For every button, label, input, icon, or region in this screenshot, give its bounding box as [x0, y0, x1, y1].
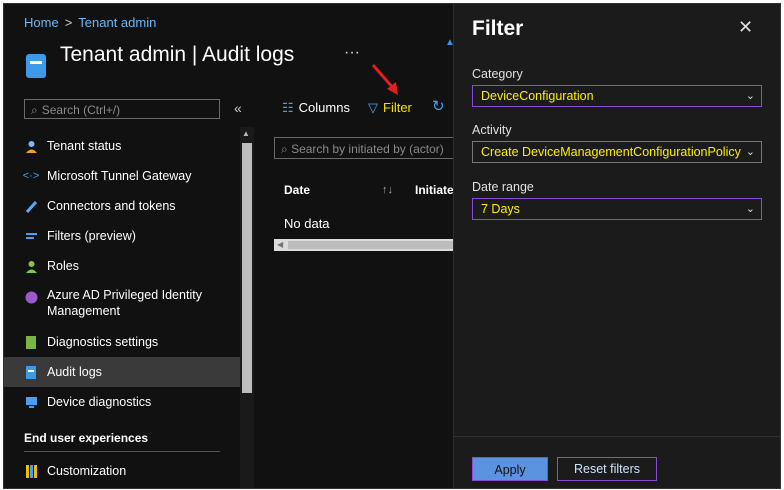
reset-filters-button[interactable]: Reset filters: [557, 457, 657, 481]
sidebar-item-label-line2: Management: [47, 304, 120, 318]
pim-icon: [24, 290, 38, 304]
sidebar-item-label: Customization: [47, 464, 127, 478]
filter-icon: ▽: [368, 100, 378, 115]
empty-state-text: No data: [284, 216, 330, 231]
connector-icon: [24, 199, 38, 213]
date-range-select[interactable]: 7 Days ⌄: [472, 198, 762, 220]
sidebar-item-device-diagnostics[interactable]: Device diagnostics: [4, 387, 240, 417]
audit-logs-page-icon: [26, 54, 46, 78]
filter-button[interactable]: ▽ Filter: [368, 100, 412, 116]
category-select[interactable]: DeviceConfiguration ⌄: [472, 85, 762, 107]
filter-list-icon: [24, 229, 38, 243]
sidebar-item-label: Azure AD Privileged Identity Management: [47, 287, 202, 319]
close-icon[interactable]: ✕: [738, 17, 753, 38]
breadcrumb-separator: >: [64, 15, 73, 30]
breadcrumb-tenant-admin[interactable]: Tenant admin: [78, 15, 156, 30]
scroll-left-icon[interactable]: ◀: [277, 239, 283, 251]
sidebar-scroll-thumb[interactable]: [242, 143, 252, 393]
tunnel-icon: <·>: [22, 170, 40, 182]
date-range-label: Date range: [472, 180, 534, 194]
sidebar-item-label: Filters (preview): [47, 229, 136, 243]
panel-footer-divider: [454, 436, 780, 437]
activity-value: Create DeviceManagementConfigurationPoli…: [481, 145, 741, 159]
sidebar-item-audit-logs[interactable]: Audit logs: [4, 357, 240, 387]
sidebar-item-connectors[interactable]: Connectors and tokens: [4, 191, 240, 221]
filter-panel: Filter ✕ Category DeviceConfiguration ⌄ …: [453, 4, 780, 488]
sidebar-item-label: Audit logs: [47, 365, 102, 379]
diagnostics-icon: [24, 335, 38, 349]
sidebar-item-label: Tenant status: [47, 139, 122, 153]
category-value: DeviceConfiguration: [481, 89, 594, 103]
sidebar-item-filters[interactable]: Filters (preview): [4, 221, 240, 251]
sidebar-item-label: Roles: [47, 259, 79, 273]
columns-button[interactable]: ☷ Columns: [282, 100, 350, 116]
sidebar-item-pim[interactable]: Azure AD Privileged Identity Management: [4, 281, 240, 325]
sidebar-item-tenant-status[interactable]: Tenant status: [4, 131, 240, 161]
column-header-initiated[interactable]: Initiate: [415, 183, 454, 197]
columns-label: Columns: [298, 100, 350, 115]
audit-icon: [24, 365, 38, 379]
sort-icon[interactable]: ↑↓: [382, 184, 393, 196]
category-label: Category: [472, 67, 523, 81]
annotation-arrow-icon: [371, 64, 398, 95]
table-scroll-thumb[interactable]: [288, 241, 458, 249]
search-icon: ⌕: [281, 142, 292, 156]
roles-icon: [24, 259, 38, 273]
sidebar-item-label: Microsoft Tunnel Gateway: [47, 169, 192, 183]
chevron-down-icon: ⌄: [745, 90, 755, 102]
sidebar-item-label-line1: Azure AD Privileged Identity: [47, 288, 202, 302]
sidebar-item-label: Device diagnostics: [47, 395, 152, 409]
sidebar-search-input[interactable]: ⌕ Search (Ctrl+/): [24, 99, 220, 119]
sidebar-item-diagnostics[interactable]: Diagnostics settings: [4, 327, 240, 357]
sidebar-item-tunnel-gateway[interactable]: <·> Microsoft Tunnel Gateway: [4, 161, 240, 191]
sidebar-search-placeholder: Search (Ctrl+/): [41, 103, 121, 117]
initiated-by-search-input[interactable]: ⌕ Search by initiated by (actor): [274, 137, 459, 159]
apply-button[interactable]: Apply: [472, 457, 548, 481]
columns-icon: ☷: [282, 100, 294, 115]
filter-panel-title: Filter: [472, 17, 524, 40]
activity-select[interactable]: Create DeviceManagementConfigurationPoli…: [472, 141, 762, 163]
sidebar-item-customization[interactable]: Customization: [4, 456, 240, 486]
section-divider: [24, 451, 220, 452]
sidebar-scrollbar[interactable]: ▲: [240, 127, 254, 488]
activity-label: Activity: [472, 123, 512, 137]
refresh-icon[interactable]: ↻: [432, 97, 445, 115]
collapse-sidebar-button[interactable]: «: [234, 100, 242, 116]
customization-icon: [24, 464, 38, 478]
initiated-by-placeholder: Search by initiated by (actor): [291, 142, 444, 156]
sidebar-item-label: Diagnostics settings: [47, 335, 159, 349]
search-icon: ⌕: [31, 103, 38, 117]
column-header-date[interactable]: Date: [284, 183, 310, 197]
chevron-down-icon: ⌄: [745, 203, 755, 215]
page-title: Tenant admin | Audit logs: [60, 43, 295, 66]
portal-window: Home > Tenant admin Tenant admin | Audit l…: [3, 3, 781, 489]
breadcrumb-home[interactable]: Home: [24, 15, 59, 30]
device-diagnostics-icon: [24, 395, 38, 409]
more-options-button[interactable]: ···: [344, 44, 360, 62]
sidebar-item-roles[interactable]: Roles: [4, 251, 240, 281]
scroll-up-icon[interactable]: ▲: [242, 129, 250, 138]
table-horizontal-scrollbar[interactable]: ◀: [274, 239, 459, 251]
date-range-value: 7 Days: [481, 202, 520, 216]
breadcrumb: Home > Tenant admin: [24, 15, 156, 30]
filter-label: Filter: [383, 100, 412, 115]
person-icon: [24, 139, 38, 153]
sidebar-item-label: Connectors and tokens: [47, 199, 176, 213]
section-end-user-experiences: End user experiences: [24, 431, 149, 445]
chevron-down-icon: ⌄: [745, 146, 755, 158]
